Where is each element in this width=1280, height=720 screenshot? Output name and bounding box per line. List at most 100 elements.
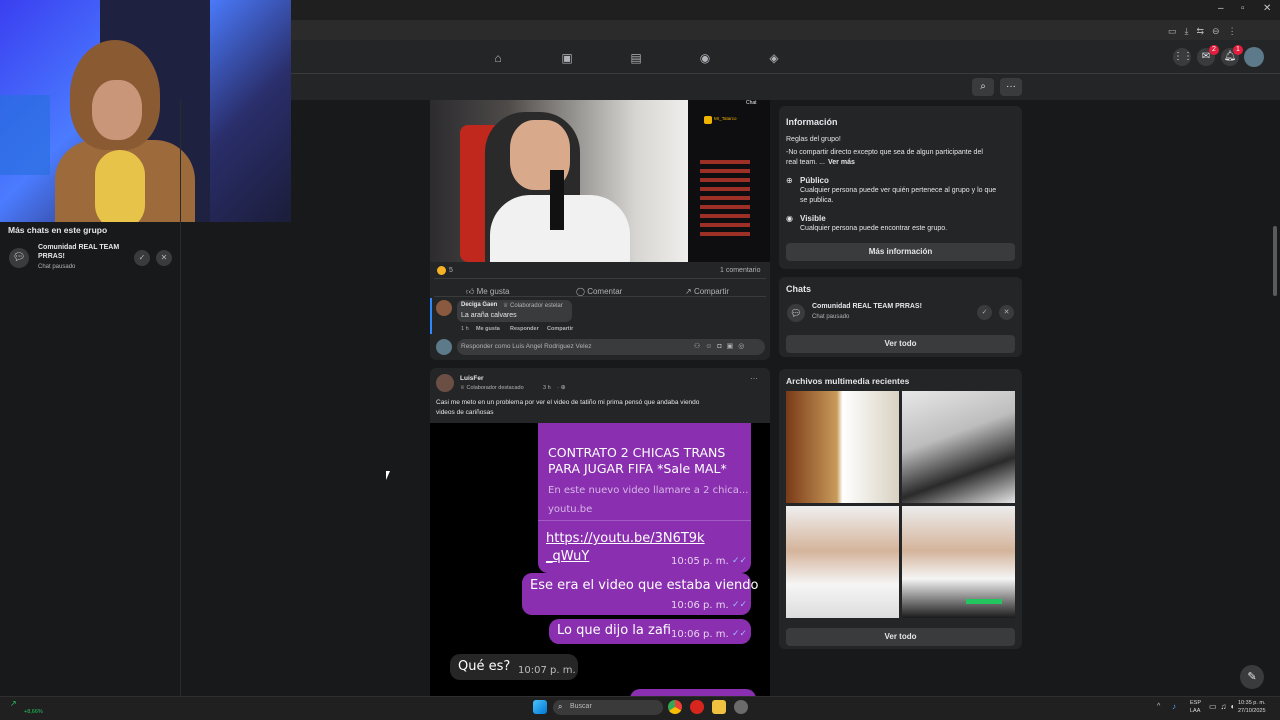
search-icon[interactable]: ⌕ <box>972 78 994 96</box>
left-chat-name-1: Comunidad REAL TEAM <box>38 244 120 251</box>
like-icon: 👍︎ <box>466 287 477 296</box>
link-desc: En este nuevo video llamare a 2 chica... <box>548 485 749 496</box>
post-divider <box>434 278 766 279</box>
browser-toolbar-icons[interactable]: ▭⤓⇆⊖⋮ <box>1168 26 1268 38</box>
stream-badge-icon <box>704 116 712 124</box>
comment-share-link[interactable]: Compartir <box>547 326 573 332</box>
mic-icon[interactable]: ♪ <box>1172 702 1176 711</box>
language-line-1[interactable]: ESP <box>1190 700 1201 706</box>
browser-address-bar[interactable] <box>291 20 1280 42</box>
more-options-icon[interactable]: ··· <box>1000 78 1022 96</box>
msg-time-3: 10:06 p. m. <box>671 629 729 640</box>
close-icon[interactable]: ✕ <box>1263 3 1271 14</box>
post-video[interactable] <box>430 100 688 262</box>
link-title-2: PARA JUGAR FIFA *Sale MAL* <box>548 461 727 476</box>
msg-time-4: 10:07 p. m. <box>518 665 576 676</box>
rules-line-2: real team. ... <box>786 159 825 166</box>
comment-reply-link[interactable]: Responder <box>510 326 539 332</box>
clock-time[interactable]: 10:35 p. m. <box>1238 700 1266 706</box>
post-author[interactable]: LuisFer <box>460 375 483 382</box>
clock-date[interactable]: 27/10/2025 <box>1238 708 1266 714</box>
post-author-badge: ♕ Colaborador destacado <box>460 385 524 391</box>
groups-icon[interactable]: ◉ <box>697 50 713 66</box>
mouse-cursor-icon <box>386 471 390 480</box>
public-line-1: Cualquier persona puede ver quién perten… <box>800 187 997 194</box>
check-icon[interactable]: ✓ <box>977 305 992 320</box>
see-more-link[interactable]: Ver más <box>828 159 855 166</box>
minimize-icon[interactable]: – <box>1218 3 1224 14</box>
chrome-icon[interactable] <box>668 700 682 714</box>
check-icon[interactable]: ✓ <box>134 250 150 266</box>
chats-see-all-button[interactable]: Ver todo <box>786 335 1015 353</box>
page-scrollbar[interactable] <box>1273 226 1277 296</box>
home-icon[interactable]: ⌂ <box>490 50 506 66</box>
post-more-icon[interactable]: ··· <box>750 374 758 383</box>
info-title: Información <box>786 117 838 127</box>
globe-icon: · ⊕ <box>557 385 566 391</box>
system-tray-icons[interactable]: ▭♫◐ <box>1209 702 1239 711</box>
share-button[interactable]: ↗ Compartir <box>685 281 729 296</box>
profile-avatar[interactable] <box>1244 47 1264 67</box>
link-url-1[interactable]: https://youtu.be/3N6T9k <box>546 531 705 546</box>
rules-line-1: -No compartir directo excepto que sea de… <box>786 149 983 156</box>
read-check-icon: ✓✓ <box>732 600 748 610</box>
maximize-icon[interactable]: ▫ <box>1241 3 1245 14</box>
tray-overflow-icon[interactable]: ^ <box>1157 703 1160 710</box>
language-line-2[interactable]: LAA <box>1190 708 1200 714</box>
media-title: Archivos multimedia recientes <box>786 376 910 386</box>
visible-title: Visible <box>800 214 826 223</box>
comment-button[interactable]: ◯ Comentar <box>576 281 622 296</box>
notifications-badge: 1 <box>1233 45 1243 55</box>
my-avatar <box>436 339 452 355</box>
gaming-icon[interactable]: ◈ <box>766 50 782 66</box>
comment-like-link[interactable]: Me gusta <box>476 326 500 332</box>
reply-tool-icons[interactable]: ⚇☺◘▣◎ <box>694 342 749 350</box>
comment-avatar[interactable] <box>436 300 452 316</box>
windows-start-icon[interactable] <box>533 700 547 714</box>
msg-bubble-5 <box>630 689 756 696</box>
file-explorer-icon[interactable] <box>712 700 726 714</box>
comment-time: 1 h <box>461 326 469 332</box>
stream-chat-messages <box>700 160 750 240</box>
stock-widget-icon[interactable]: ↗ <box>10 699 17 708</box>
reaction-count[interactable]: 5 <box>449 267 453 274</box>
settings-icon[interactable] <box>734 700 748 714</box>
stream-chat-user: Mr_Tatarco <box>714 116 737 121</box>
chat-bubble-icon: 💬︎ <box>9 248 29 268</box>
comment-count[interactable]: 1 comentario <box>720 267 760 274</box>
taskbar-search-placeholder: Buscar <box>570 703 592 710</box>
media-thumb-3[interactable] <box>786 506 899 618</box>
marketplace-icon[interactable]: ▤ <box>628 50 644 66</box>
media-thumb-2[interactable] <box>902 391 1015 503</box>
media-thumb-1[interactable] <box>786 391 899 503</box>
comment-badge: ♕ Colaborador estelar <box>503 302 563 309</box>
opera-icon[interactable] <box>690 700 704 714</box>
chats-title: Chats <box>786 284 812 294</box>
left-chat-item[interactable]: 💬︎ Comunidad REAL TEAM PRRAS! Chat pausa… <box>0 242 180 274</box>
post-author-avatar[interactable] <box>436 374 454 392</box>
msg-time-1: 10:05 p. m. <box>671 556 729 567</box>
post-time[interactable]: 3 h <box>543 385 551 391</box>
link-url-2[interactable]: _qWuY <box>546 549 589 564</box>
comment-author[interactable]: Deciga Gaen <box>461 302 497 308</box>
compose-message-icon[interactable]: ✎ <box>1240 665 1264 689</box>
like-label: Me gusta <box>476 287 510 296</box>
comment-text: La araña calvares <box>461 312 517 319</box>
messenger-badge: 2 <box>1209 45 1219 55</box>
post-image[interactable]: CONTRATO 2 CHICAS TRANS PARA JUGAR FIFA … <box>430 423 770 696</box>
search-icon: ⌕ <box>558 702 563 711</box>
sidebar-divider <box>180 100 181 696</box>
link-title-1: CONTRATO 2 CHICAS TRANS <box>548 445 726 460</box>
public-line-2: se publica. <box>800 197 834 204</box>
link-divider <box>538 520 751 521</box>
media-thumb-4-bar <box>966 599 1002 604</box>
chat-name[interactable]: Comunidad REAL TEAM PRRAS! <box>812 303 922 310</box>
video-icon[interactable]: ▣ <box>559 50 575 66</box>
media-see-all-button[interactable]: Ver todo <box>786 628 1015 646</box>
left-chat-status: Chat pausado <box>38 264 76 270</box>
menu-grid-icon[interactable]: ⋮⋮ <box>1173 48 1193 66</box>
dismiss-icon[interactable]: ✕ <box>999 305 1014 320</box>
more-info-button[interactable]: Más información <box>786 243 1015 261</box>
like-button[interactable]: 👍︎ Me gusta <box>466 281 510 296</box>
dismiss-icon[interactable]: ✕ <box>156 250 172 266</box>
